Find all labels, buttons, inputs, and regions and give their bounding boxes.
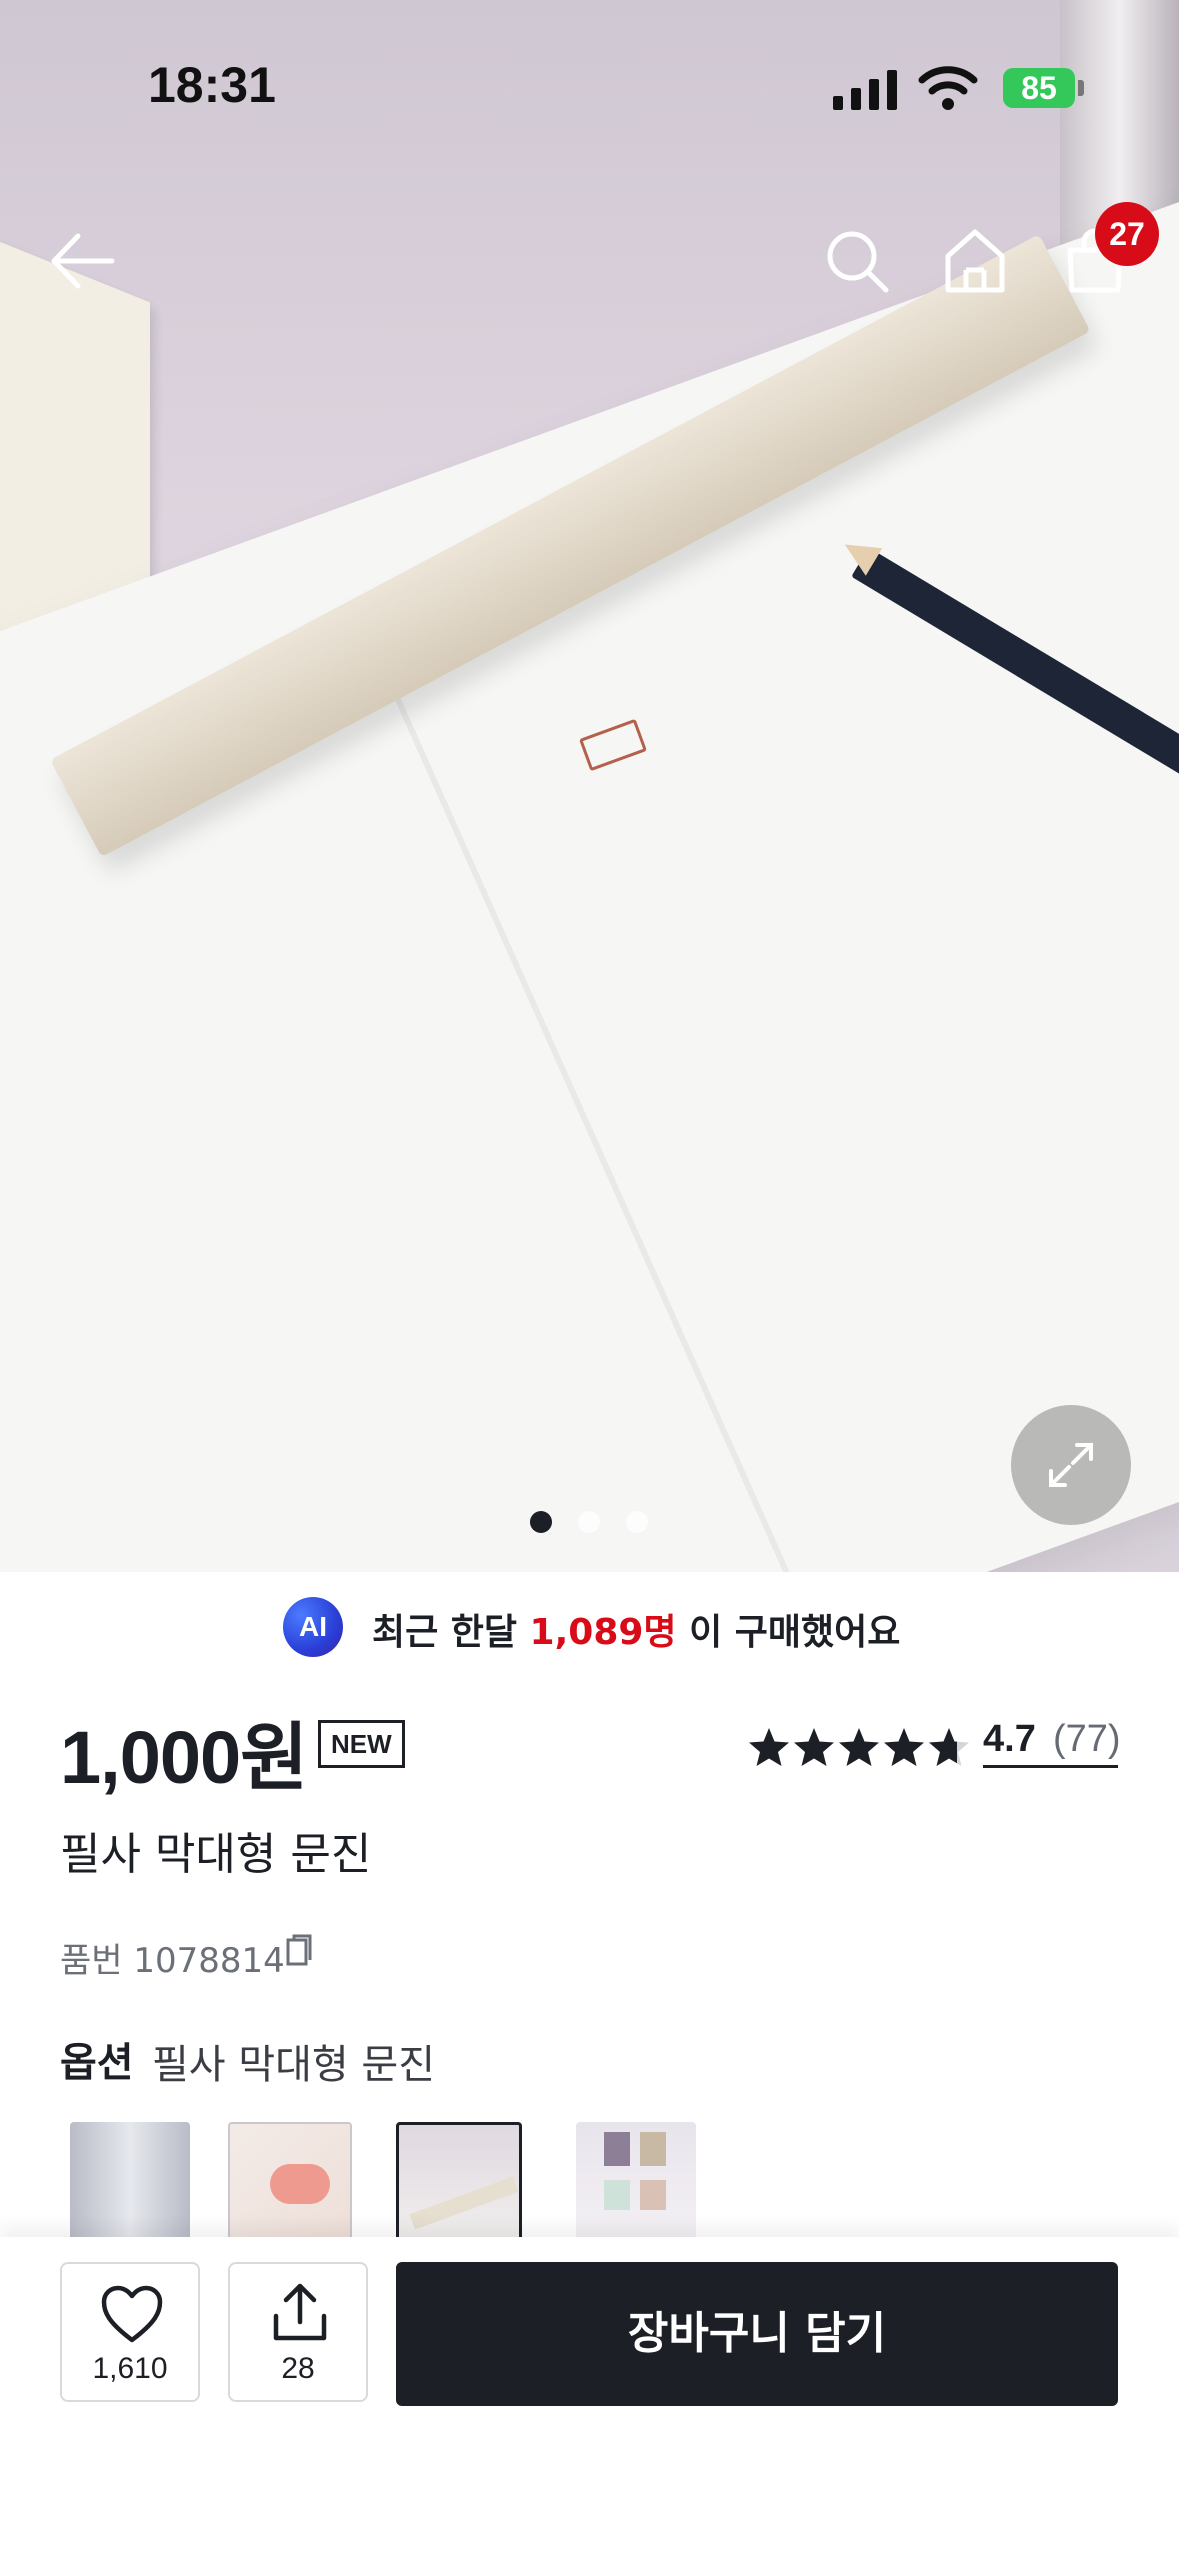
option-thumbnail-1[interactable] bbox=[70, 2122, 190, 2242]
thumbnail-figure bbox=[604, 2180, 630, 2210]
signal-icon bbox=[833, 70, 897, 110]
ai-badge: AI bbox=[283, 1597, 343, 1657]
like-button[interactable]: 1,610 bbox=[60, 2262, 200, 2402]
gallery-dot-2[interactable] bbox=[578, 1511, 600, 1533]
expand-image-button[interactable] bbox=[1011, 1405, 1131, 1525]
thumbnail-figure bbox=[640, 2132, 666, 2166]
option-value[interactable]: 필사 막대형 문진 bbox=[152, 2032, 435, 2090]
status-time: 18:31 bbox=[148, 57, 276, 113]
copy-icon[interactable] bbox=[282, 1934, 312, 1970]
star-icon bbox=[749, 1728, 789, 1766]
battery-level: 85 bbox=[1021, 70, 1057, 106]
star-icon bbox=[884, 1728, 924, 1766]
back-arrow-icon[interactable] bbox=[48, 226, 118, 296]
new-badge: NEW bbox=[318, 1720, 405, 1768]
cart-count-badge: 27 bbox=[1095, 202, 1159, 266]
home-icon[interactable] bbox=[940, 226, 1010, 296]
rating-underline bbox=[983, 1765, 1118, 1768]
rating-count[interactable]: (77) bbox=[1053, 1718, 1121, 1761]
battery-indicator: 85 bbox=[1003, 68, 1075, 108]
like-count: 1,610 bbox=[92, 2352, 168, 2385]
add-to-cart-button[interactable]: 장바구니 담기 bbox=[396, 2262, 1118, 2406]
rating-stars[interactable] bbox=[747, 1723, 973, 1773]
battery-cap bbox=[1078, 80, 1084, 96]
gallery-dot-3[interactable] bbox=[626, 1511, 648, 1533]
thumbnail-figure bbox=[409, 2176, 519, 2230]
option-label: 옵션 bbox=[60, 2040, 134, 2086]
option-thumbnail-4[interactable] bbox=[576, 2122, 696, 2242]
star-icon bbox=[794, 1728, 834, 1766]
product-sku: 품번 1078814 bbox=[60, 1941, 285, 1981]
share-count: 28 bbox=[281, 2352, 315, 2385]
star-icon bbox=[839, 1728, 879, 1766]
price: 1,000원 bbox=[60, 1716, 308, 1799]
recent-suffix: 이 구매했어요 bbox=[676, 1612, 901, 1653]
recent-prefix: 최근 한달 bbox=[372, 1612, 530, 1653]
share-icon bbox=[273, 2283, 327, 2341]
search-icon[interactable] bbox=[822, 226, 892, 296]
share-button[interactable]: 28 bbox=[228, 2262, 368, 2402]
gallery-dot-1[interactable] bbox=[530, 1511, 552, 1533]
heart-icon bbox=[101, 2285, 163, 2343]
recent-count: 1,089명 bbox=[529, 1612, 677, 1653]
expand-icon bbox=[1049, 1443, 1093, 1487]
thumbnail-figure bbox=[604, 2132, 630, 2166]
wifi-icon bbox=[918, 66, 978, 110]
rating-score[interactable]: 4.7 bbox=[983, 1718, 1036, 1761]
option-thumbnail-2[interactable] bbox=[228, 2122, 352, 2246]
thumbnail-figure bbox=[270, 2164, 330, 2204]
recent-purchase-text: 최근 한달 1,089명 이 구매했어요 bbox=[372, 1603, 900, 1655]
option-thumbnail-3-selected[interactable] bbox=[396, 2122, 522, 2248]
product-title: 필사 막대형 문진 bbox=[60, 1829, 372, 1880]
thumbnail-figure bbox=[640, 2180, 666, 2210]
